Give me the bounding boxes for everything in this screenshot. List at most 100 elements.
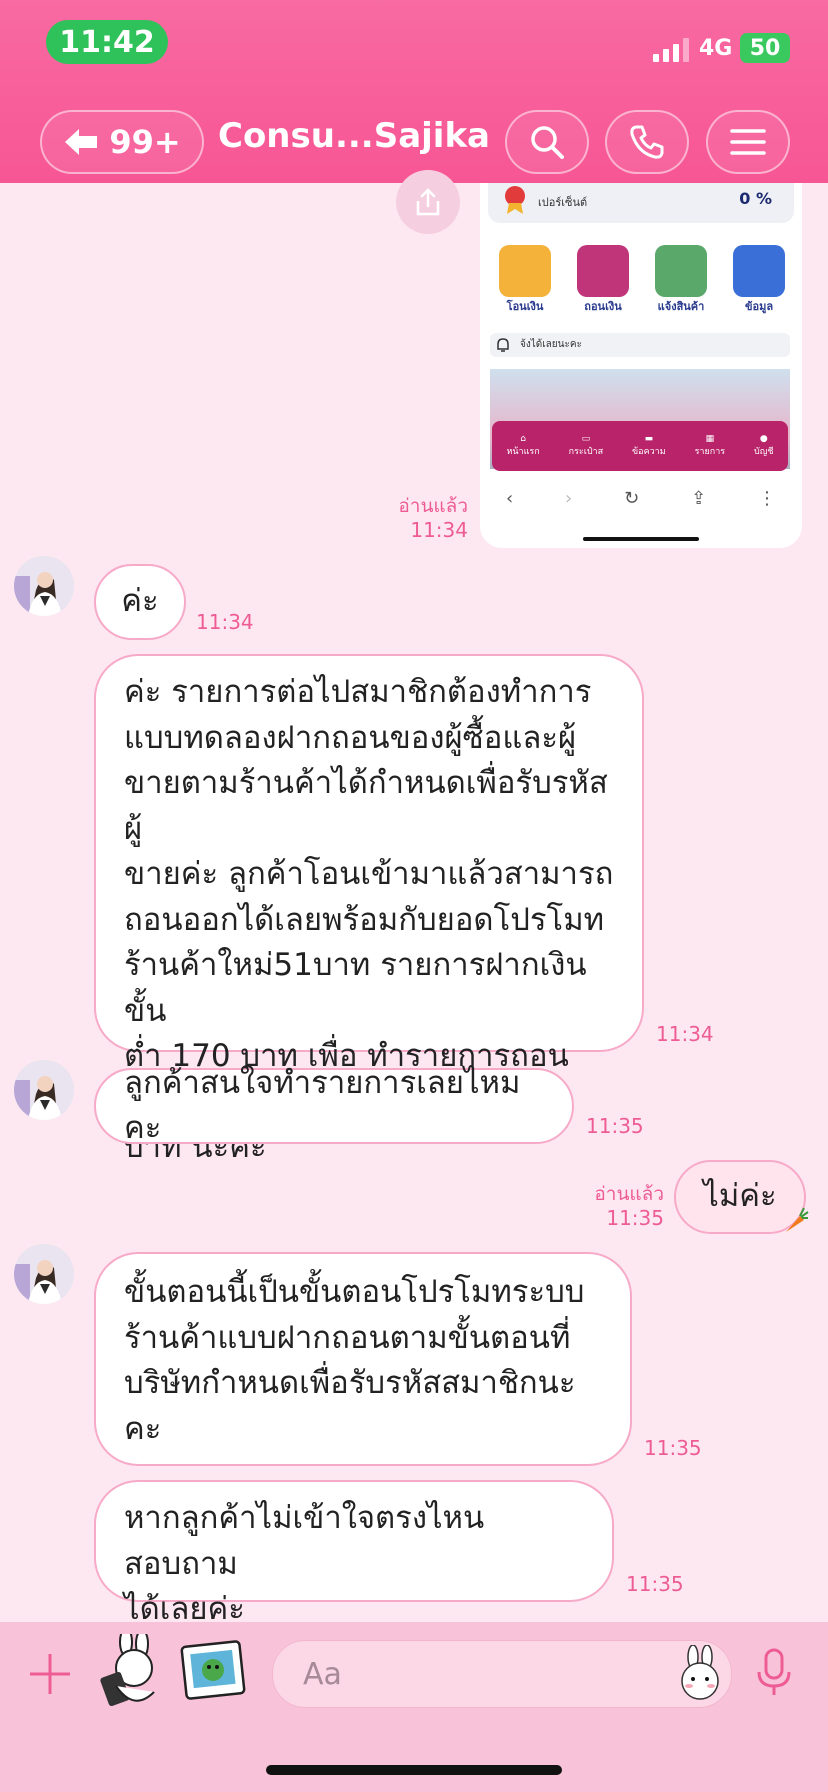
percent-value: 0 % bbox=[739, 189, 772, 208]
avatar[interactable] bbox=[14, 1244, 74, 1304]
nav-label: หน้าแรก bbox=[506, 447, 540, 457]
briefcase-icon bbox=[733, 245, 785, 297]
status-time: 11:42 bbox=[46, 20, 168, 64]
battery-level: 50 bbox=[749, 35, 781, 61]
action-label: ถอนเงิน bbox=[584, 300, 622, 313]
message-bubble[interactable]: ลูกค้าสนใจทำรายการเลยไหมคะ bbox=[94, 1065, 574, 1146]
message-line: ขั้นตอนนี้เป็นขั้นตอนโปรโมทระบบ bbox=[124, 1274, 585, 1310]
message-time: 11:35 bbox=[586, 1114, 644, 1138]
message-text: ลูกค้าสนใจทำรายการเลยไหมคะ bbox=[124, 1064, 521, 1147]
list-icon: ▦ bbox=[705, 434, 715, 444]
home-icon: ⌂ bbox=[520, 434, 526, 444]
reload-icon: ↻ bbox=[624, 487, 640, 509]
home-indicator bbox=[266, 1765, 562, 1775]
shared-image[interactable]: เปอร์เซ็นต์ 0 % โอนเงิน ถอนเงิน แจ้งสินค… bbox=[480, 183, 802, 548]
card-icon bbox=[577, 245, 629, 297]
menu-icon bbox=[730, 129, 766, 155]
action-item[interactable]: โอนเงิน bbox=[490, 245, 560, 315]
plus-icon[interactable] bbox=[28, 1652, 72, 1696]
action-label: โอนเงิน bbox=[506, 300, 544, 313]
avatar[interactable] bbox=[14, 556, 74, 616]
share-icon bbox=[416, 188, 440, 216]
message-time: 11:35 bbox=[606, 1206, 664, 1230]
input-placeholder: Aa bbox=[303, 1657, 342, 1692]
read-label: อ่านแล้ว bbox=[594, 1183, 664, 1205]
message-input[interactable]: Aa bbox=[272, 1640, 732, 1708]
message-line: ร้านค้าใหม่51บาท รายการฝากเงินขั้น bbox=[124, 947, 587, 1029]
shield-icon bbox=[655, 245, 707, 297]
browser-toolbar: ‹ › ↻ ⇪ ⋮ bbox=[480, 483, 802, 513]
message-time: 11:34 bbox=[410, 518, 468, 542]
nav-label: บัญชี bbox=[754, 447, 774, 457]
message-time: 11:35 bbox=[626, 1572, 684, 1596]
nav-item: ▦ รายการ bbox=[695, 434, 726, 458]
account-icon: ● bbox=[759, 434, 768, 444]
carrot-icon bbox=[786, 1207, 809, 1232]
avatar-image bbox=[14, 1060, 74, 1120]
message-line: ขายตามร้านค้าได้กำหนดเพื่อรับรหัสผู้ bbox=[124, 765, 608, 847]
call-button[interactable] bbox=[605, 110, 689, 174]
action-row: โอนเงิน ถอนเงิน แจ้งสินค้า ข้อมูล bbox=[490, 245, 794, 315]
microphone-icon[interactable] bbox=[756, 1648, 792, 1698]
image-picker-icon[interactable] bbox=[180, 1640, 246, 1702]
battery-indicator: 50 bbox=[740, 33, 790, 63]
message-icon: ▬ bbox=[644, 434, 654, 444]
phone-icon bbox=[630, 125, 664, 159]
message-line: บริษัทกำหนดเพื่อรับรหัสสมาชิกนะคะ bbox=[124, 1365, 576, 1447]
notice-text: จ้งได้เลยนะคะ bbox=[520, 339, 582, 350]
search-button[interactable] bbox=[505, 110, 589, 174]
back-button[interactable]: 99+ bbox=[40, 110, 204, 174]
nav-item: ● บัญชี bbox=[754, 434, 774, 458]
avatar[interactable] bbox=[14, 1060, 74, 1120]
message-line: แบบทดลองฝากถอนของผู้ซื้อและผู้ bbox=[124, 719, 577, 756]
message-bubble[interactable]: ค่ะ รายการต่อไปสมาชิกต้องทำการ แบบทดลองฝ… bbox=[94, 654, 644, 1165]
share-icon: ⇪ bbox=[691, 487, 707, 509]
bell-icon bbox=[497, 338, 509, 352]
action-label: แจ้งสินค้า bbox=[657, 300, 705, 313]
nav-item: ▬ ข้อความ bbox=[632, 434, 666, 458]
nav-label: ข้อความ bbox=[632, 447, 666, 457]
emoji-icon[interactable] bbox=[677, 1645, 723, 1703]
action-item[interactable]: ถอนเงิน bbox=[568, 245, 638, 315]
message-bubble[interactable]: ค่ะ bbox=[94, 564, 186, 640]
network-type: 4G bbox=[699, 36, 733, 61]
sticker-icon[interactable] bbox=[98, 1634, 168, 1710]
message-line: ถอนออกได้เลยพร้อมกับยอดโปรโมท bbox=[124, 901, 605, 938]
chat-title[interactable]: Consu...Sajika bbox=[218, 116, 490, 156]
message-time: 11:34 bbox=[656, 1022, 714, 1046]
message-text: ค่ะ bbox=[121, 583, 159, 620]
nav-label: รายการ bbox=[694, 447, 726, 457]
message-line: ร้านค้าแบบฝากถอนตามขั้นตอนที่ bbox=[124, 1319, 571, 1356]
action-item[interactable]: ข้อมูล bbox=[724, 245, 794, 315]
percent-card: เปอร์เซ็นต์ 0 % bbox=[488, 183, 794, 223]
menu-button[interactable] bbox=[706, 110, 790, 174]
home-indicator bbox=[583, 537, 699, 541]
notice-bar: จ้งได้เลยนะคะ bbox=[490, 333, 790, 357]
read-receipt: อ่านแล้ว 11:35 bbox=[560, 1182, 664, 1230]
signal-icon bbox=[653, 38, 689, 62]
message-line: หากลูกค้าไม่เข้าใจตรงไหนสอบถาม bbox=[124, 1500, 485, 1582]
chevron-right-icon: › bbox=[565, 487, 573, 509]
read-label: อ่านแล้ว bbox=[398, 495, 468, 517]
search-icon bbox=[531, 126, 564, 159]
nav-item: ⌂ หน้าแรก bbox=[506, 434, 539, 458]
message-bubble[interactable]: ขั้นตอนนี้เป็นขั้นตอนโปรโมทระบบ ร้านค้าแ… bbox=[94, 1252, 632, 1466]
action-item[interactable]: แจ้งสินค้า bbox=[646, 245, 716, 315]
coin-icon bbox=[499, 245, 551, 297]
badge-icon bbox=[505, 186, 525, 214]
wallet-icon: ▭ bbox=[581, 434, 591, 444]
share-button[interactable] bbox=[396, 170, 460, 234]
message-bubble[interactable]: หากลูกค้าไม่เข้าใจตรงไหนสอบถาม ได้เลยค่ะ bbox=[94, 1480, 614, 1627]
shot-nav-bar: ⌂ หน้าแรก ▭ กระเป๋าส ▬ ข้อความ ▦ รายการ ● บัญ… bbox=[492, 421, 788, 471]
read-receipt: อ่านแล้ว 11:34 bbox=[380, 494, 468, 542]
unread-count: 99+ bbox=[109, 123, 181, 161]
message-line: ค่ะ รายการต่อไปสมาชิกต้องทำการ bbox=[124, 674, 592, 710]
avatar-image bbox=[14, 1244, 74, 1304]
arrow-left-icon bbox=[65, 129, 98, 155]
message-line: ขายค่ะ ลูกค้าโอนเข้ามาแล้วสามารถ bbox=[124, 856, 614, 892]
message-text: ไม่ค่ะ bbox=[703, 1178, 777, 1215]
percent-label: เปอร์เซ็นต์ bbox=[538, 196, 588, 209]
avatar-image bbox=[14, 556, 74, 616]
chevron-left-icon: ‹ bbox=[505, 487, 514, 509]
message-time: 11:34 bbox=[196, 610, 254, 634]
